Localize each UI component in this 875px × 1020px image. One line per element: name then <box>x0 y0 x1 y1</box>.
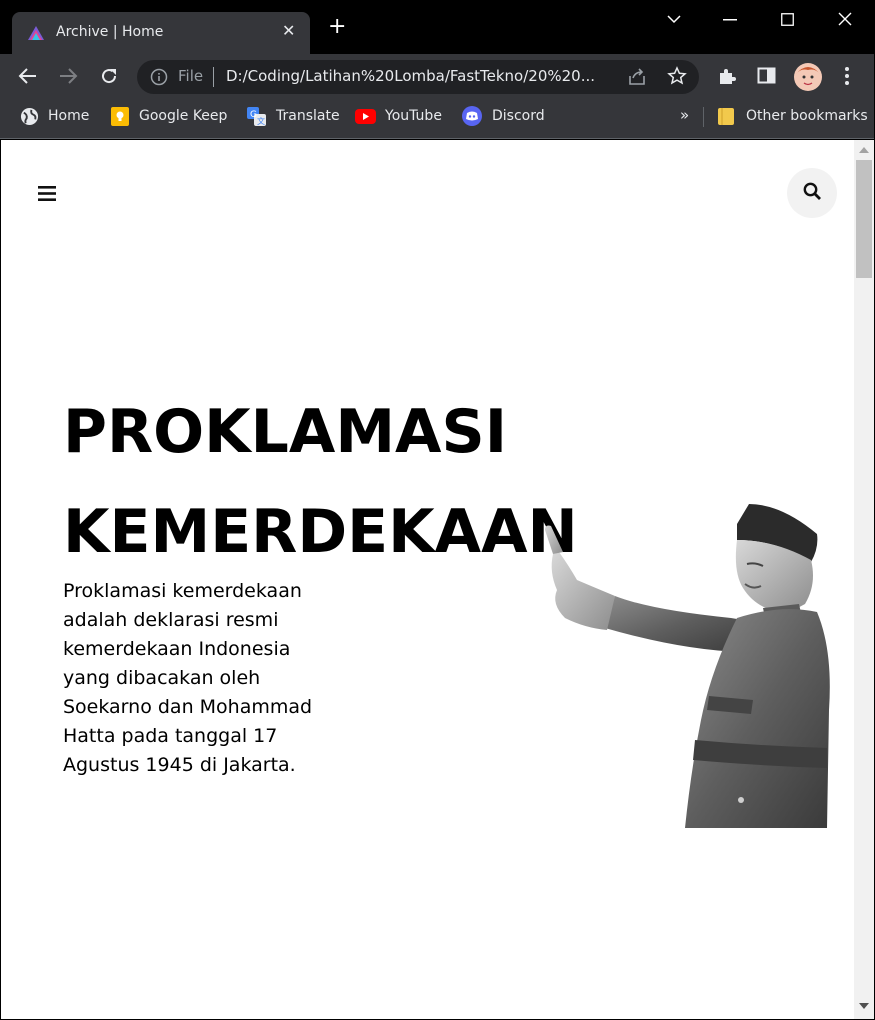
profile-avatar-icon[interactable] <box>793 62 823 92</box>
hero-title: PROKLAMASI KEMERDEKAAN <box>63 382 578 582</box>
scheme-label: File <box>178 67 204 85</box>
new-tab-button[interactable]: + <box>328 16 346 38</box>
bookmark-label: Translate <box>276 108 340 124</box>
scroll-up-arrow-icon[interactable] <box>859 146 869 153</box>
site-favicon-icon <box>28 26 44 40</box>
hamburger-menu-icon[interactable] <box>38 186 56 201</box>
omnibox-divider <box>213 67 214 87</box>
keep-icon <box>111 107 129 126</box>
window-close-icon[interactable] <box>838 12 852 26</box>
share-icon[interactable] <box>627 67 647 87</box>
side-panel-icon[interactable] <box>757 67 777 85</box>
hero-title-line-1: PROKLAMASI <box>63 397 508 467</box>
search-button[interactable] <box>787 168 837 218</box>
tab-search-chevron-icon[interactable] <box>667 14 681 24</box>
search-icon <box>803 182 821 200</box>
scrollbar-thumb[interactable] <box>856 160 872 278</box>
extensions-puzzle-icon[interactable] <box>717 66 737 86</box>
bookmark-star-icon[interactable] <box>667 66 687 86</box>
forward-arrow-icon[interactable] <box>58 67 78 85</box>
scroll-down-arrow-icon[interactable] <box>859 1003 869 1010</box>
browser-tab[interactable]: Archive | Home ✕ <box>12 12 310 54</box>
globe-icon <box>20 107 39 126</box>
hero-description: Proklamasi kemerdekaan adalah deklarasi … <box>63 580 313 776</box>
reload-icon[interactable] <box>99 66 119 86</box>
bookmark-label: Google Keep <box>139 108 228 124</box>
bookmarks-divider <box>703 107 704 127</box>
bookmarks-overflow-button[interactable]: » <box>680 106 689 124</box>
svg-text:文: 文 <box>257 116 265 126</box>
bookmark-label: YouTube <box>385 108 442 124</box>
translate-icon: G文 <box>247 107 266 126</box>
discord-icon <box>462 106 482 126</box>
url-text[interactable]: D:/Coding/Latihan%20Lomba/FastTekno/20%2… <box>226 67 612 85</box>
tab-close-icon[interactable]: ✕ <box>282 21 295 40</box>
bookmark-label: Discord <box>492 108 545 124</box>
svg-text:G: G <box>250 110 257 120</box>
soekarno-portrait-image <box>545 504 830 828</box>
menu-kebab-icon[interactable] <box>845 67 849 85</box>
info-icon[interactable] <box>150 68 168 86</box>
bookmark-label: Home <box>48 108 90 124</box>
youtube-icon <box>355 109 376 124</box>
other-bookmarks-label: Other bookmarks <box>746 108 868 124</box>
maximize-icon[interactable] <box>781 13 794 26</box>
tab-title: Archive | Home <box>56 24 164 40</box>
hero-title-line-2: KEMERDEKAAN <box>63 497 578 567</box>
back-arrow-icon[interactable] <box>18 67 38 85</box>
page-viewport: PROKLAMASI KEMERDEKAAN Proklamasi kemerd… <box>1 140 854 1019</box>
minimize-icon[interactable] <box>723 19 737 21</box>
folder-icon <box>718 108 734 125</box>
